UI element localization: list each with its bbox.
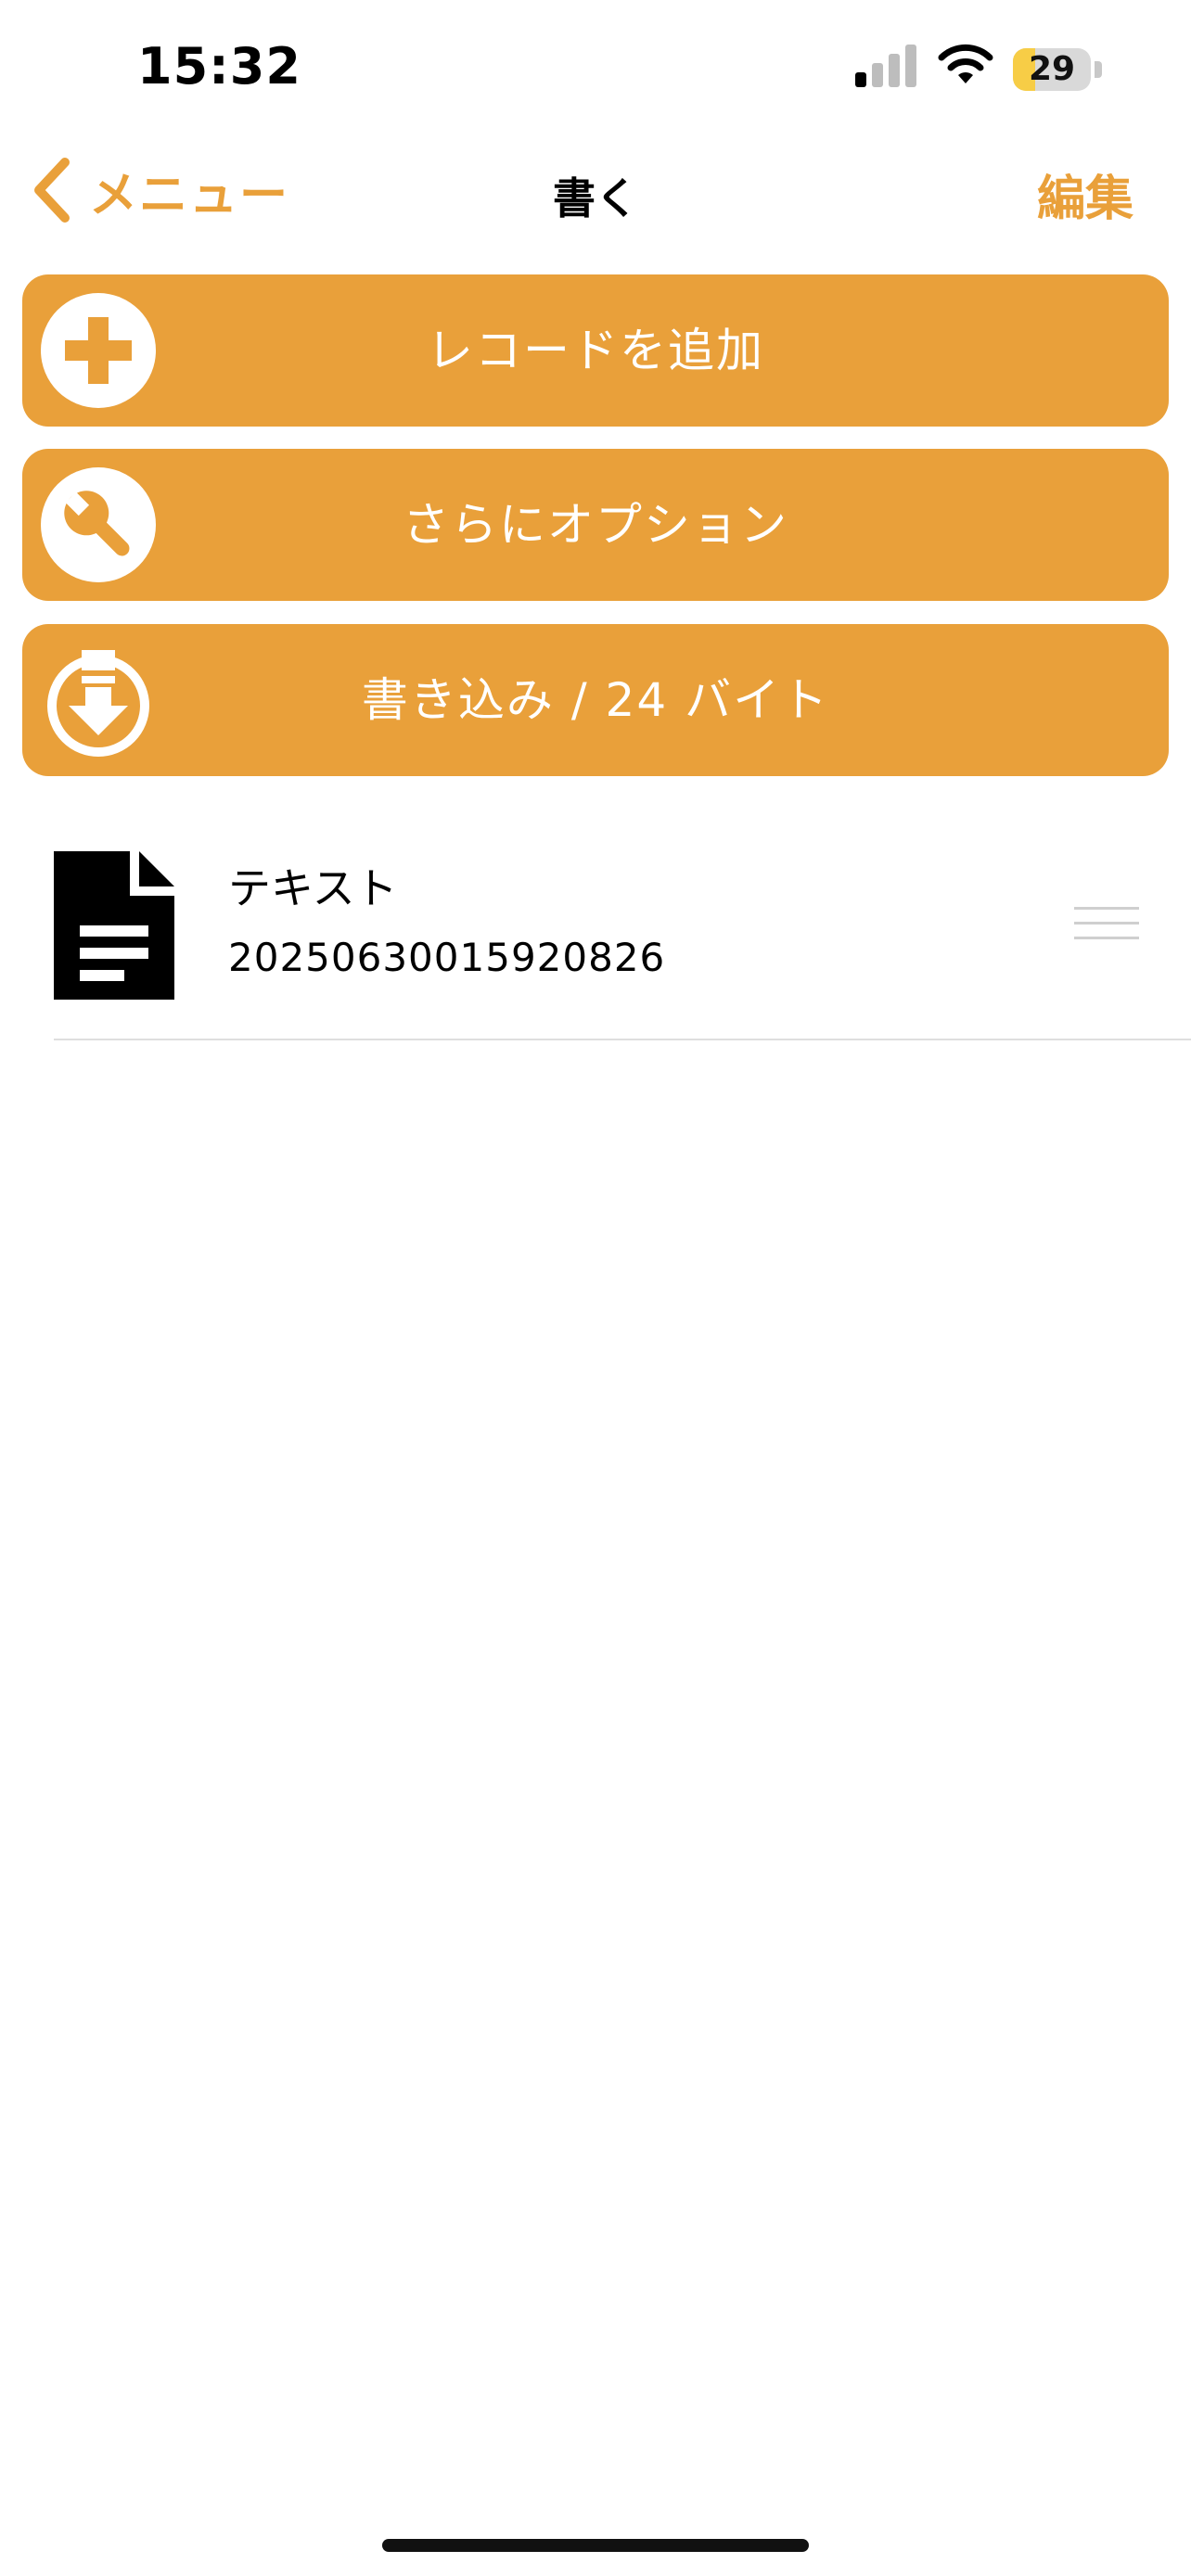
more-options-button[interactable]: さらにオプション (22, 449, 1169, 601)
status-time: 15:32 (137, 37, 301, 96)
more-options-label: さらにオプション (403, 498, 788, 552)
battery-level: 29 (1028, 50, 1076, 88)
page-title: 書く (553, 173, 638, 223)
write-button[interactable]: 書き込み / 24 バイト (22, 624, 1169, 776)
home-indicator[interactable] (382, 2539, 809, 2552)
row-divider (54, 1039, 1191, 1040)
status-bar: 15:32 29 (0, 0, 1191, 139)
wifi-icon (938, 44, 993, 83)
write-label: 書き込み / 24 バイト (361, 673, 830, 727)
add-record-label: レコードを追加 (427, 324, 764, 377)
edit-button[interactable]: 編集 (1037, 159, 1133, 229)
battery-icon: 29 (1013, 48, 1102, 91)
add-record-button[interactable]: レコードを追加 (22, 274, 1169, 427)
navigation-bar: メニュー 書く 編集 (0, 139, 1191, 241)
document-text-icon (54, 851, 174, 1000)
drag-handle-icon[interactable] (1074, 907, 1139, 948)
signal-icon (855, 45, 916, 87)
record-type: テキスト (228, 863, 398, 913)
list-item[interactable]: テキスト 20250630015920826 (0, 835, 1191, 1040)
record-value: 20250630015920826 (228, 935, 666, 980)
